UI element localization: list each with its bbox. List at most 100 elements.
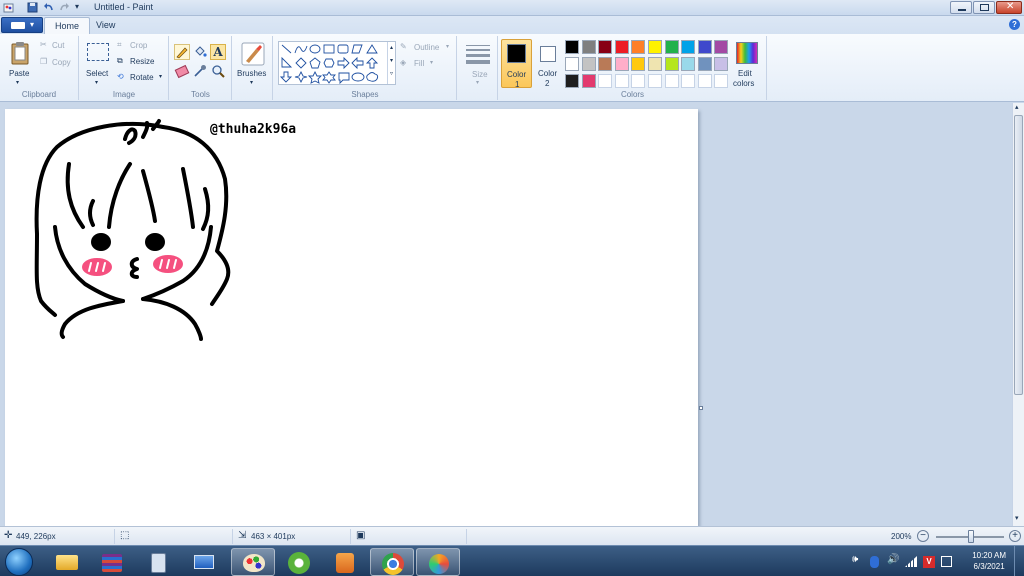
fill-label: Fill — [414, 59, 425, 68]
resize-button[interactable]: ⧉ Resize — [117, 56, 165, 68]
palette-swatch[interactable] — [697, 74, 712, 88]
palette-swatch[interactable] — [614, 74, 629, 88]
close-button[interactable]: ✕ — [996, 1, 1022, 14]
customize-qat-icon[interactable]: ▾ — [75, 2, 79, 11]
fill-button[interactable]: ◈ Fill ▾ — [400, 58, 440, 70]
shapes-gallery[interactable] — [278, 41, 396, 85]
minimize-button[interactable] — [950, 1, 972, 14]
network-tray-icon[interactable] — [905, 556, 917, 567]
palette-swatch[interactable] — [598, 40, 613, 54]
palette-swatch[interactable] — [714, 40, 729, 54]
taskbar-paint[interactable] — [231, 548, 275, 576]
taskbar-app-colorful[interactable] — [416, 548, 460, 576]
palette-swatch[interactable] — [631, 40, 646, 54]
crop-button[interactable]: ⌗ Crop — [117, 40, 162, 52]
palette-swatch[interactable] — [681, 40, 696, 54]
unikey-tray-icon[interactable]: V — [923, 556, 935, 568]
palette-swatch[interactable] — [648, 57, 662, 71]
palette-swatch[interactable] — [598, 57, 613, 71]
taskbar-calculator[interactable] — [136, 548, 180, 576]
speaker-tray-icon[interactable]: 🔊 — [887, 554, 899, 565]
size-button[interactable]: Size ▾ — [462, 39, 494, 87]
chrome-icon — [382, 553, 404, 575]
zoom-in-button[interactable]: + — [1009, 530, 1021, 542]
outline-button[interactable]: ✎ Outline ▾ — [400, 42, 455, 54]
palette-swatch[interactable] — [697, 57, 712, 71]
palette-swatch[interactable] — [714, 74, 729, 88]
palette-swatch[interactable] — [614, 57, 629, 71]
select-button[interactable]: Select ▾ — [84, 39, 112, 87]
palette-swatch[interactable] — [714, 57, 729, 71]
taskbar-clock[interactable]: 10:20 AM 6/3/2021 — [972, 550, 1006, 572]
tab-view[interactable]: View — [86, 17, 125, 34]
palette-swatch[interactable] — [631, 57, 646, 71]
taskbar-remote-desktop[interactable] — [182, 548, 226, 576]
file-menu-button[interactable]: ▾ — [1, 17, 43, 33]
color-2-number: 2 — [545, 79, 550, 88]
palette-swatch[interactable] — [664, 40, 679, 54]
polygon-shape-icon — [351, 44, 363, 54]
palette-swatch[interactable] — [664, 57, 679, 71]
palette-swatch[interactable] — [565, 74, 579, 88]
text-tool-icon[interactable]: A — [210, 44, 226, 60]
drawing-canvas[interactable]: @thuha2k96a — [5, 109, 698, 526]
help-icon[interactable]: ? — [1009, 19, 1020, 30]
action-center-tray-icon[interactable] — [941, 556, 952, 567]
taskbar-file-explorer[interactable] — [44, 548, 88, 576]
outline-icon: ✎ — [400, 42, 407, 51]
taskbar-coccoc[interactable] — [277, 548, 321, 576]
vertical-scroll-thumb[interactable] — [1014, 115, 1023, 395]
pencil-icon[interactable] — [174, 44, 190, 60]
palette-swatch[interactable] — [681, 57, 696, 71]
color-picker-icon[interactable] — [193, 64, 207, 78]
palette-swatch[interactable] — [581, 40, 596, 54]
save-icon[interactable] — [27, 2, 38, 13]
magnifier-icon[interactable] — [211, 64, 225, 78]
maximize-button[interactable] — [973, 1, 995, 14]
palette-swatch[interactable] — [697, 40, 712, 54]
curve-shape-icon — [294, 45, 308, 54]
palette-swatch[interactable] — [581, 57, 596, 71]
undo-icon[interactable] — [43, 2, 54, 13]
palette-swatch[interactable] — [664, 74, 679, 88]
palette-swatch[interactable] — [631, 74, 646, 88]
taskbar-media-player[interactable] — [323, 548, 367, 576]
brushes-button[interactable]: Brushes ▾ — [235, 39, 271, 89]
paste-button[interactable]: Paste ▾ — [4, 39, 34, 87]
eraser-icon[interactable] — [174, 64, 190, 79]
tab-home[interactable]: Home — [44, 17, 91, 34]
rotate-button[interactable]: ⟲ Rotate ▾ — [117, 72, 167, 84]
hand-drawn-girl-doodle — [34, 119, 231, 341]
volume-tray-icon[interactable]: 🕪 — [852, 554, 863, 565]
palette-swatch[interactable] — [565, 57, 579, 71]
zoom-level: 200% — [891, 532, 912, 541]
bluetooth-tray-icon[interactable] — [870, 556, 879, 568]
show-desktop-button[interactable] — [1014, 546, 1024, 576]
color-1-button[interactable]: Color 1 — [501, 39, 532, 89]
scroll-down-icon[interactable]: ▾ — [1015, 514, 1019, 522]
color-1-label: Color — [507, 70, 527, 79]
palette-swatch[interactable] — [648, 40, 662, 54]
taskbar-winrar[interactable] — [90, 548, 134, 576]
palette-swatch[interactable] — [565, 40, 579, 54]
zoom-out-button[interactable]: − — [917, 530, 929, 542]
taskbar-chrome[interactable] — [370, 548, 414, 576]
edit-colors-button[interactable]: Edit colors — [731, 39, 765, 89]
scroll-up-icon[interactable]: ▴ — [1015, 103, 1019, 111]
paint-app-icon[interactable] — [3, 2, 14, 13]
palette-swatch[interactable] — [598, 74, 613, 88]
palette-swatch[interactable] — [681, 74, 696, 88]
start-button[interactable] — [5, 548, 33, 576]
canvas-resize-handle-right[interactable] — [699, 406, 703, 410]
copy-button[interactable]: ❐ Copy — [38, 57, 76, 69]
fill-bucket-icon[interactable] — [193, 45, 207, 59]
palette-swatch[interactable] — [614, 40, 629, 54]
vertical-scrollbar[interactable]: ▴ ▾ — [1012, 103, 1024, 526]
redo-icon[interactable] — [59, 2, 70, 13]
shapes-scrollbar[interactable]: ▴ ▾ ▿ — [387, 42, 395, 84]
palette-swatch[interactable] — [648, 74, 662, 88]
zoom-slider-thumb[interactable] — [968, 530, 974, 543]
cut-button[interactable]: ✂ Cut — [38, 40, 74, 52]
color-2-button[interactable]: Color 2 — [534, 39, 564, 88]
palette-swatch[interactable] — [581, 74, 596, 88]
